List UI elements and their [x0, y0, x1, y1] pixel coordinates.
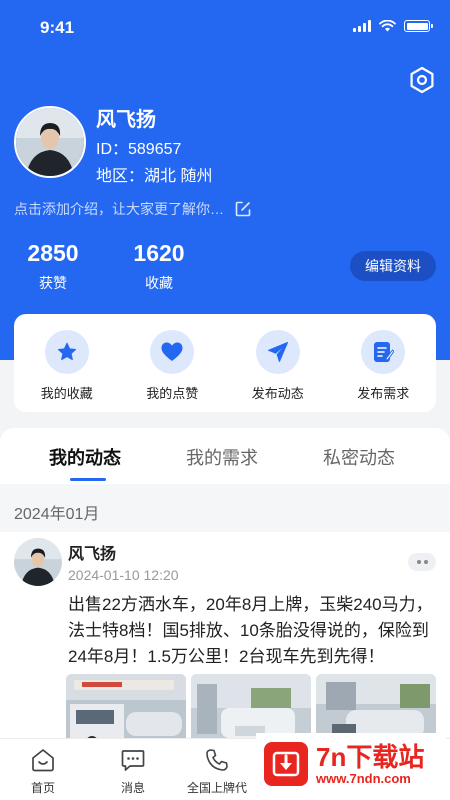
tab-my-posts[interactable]: 我的动态 — [49, 444, 121, 470]
avatar[interactable] — [14, 106, 86, 178]
document-edit-icon — [374, 342, 395, 362]
stat-likes-value: 2850 — [27, 240, 79, 266]
profile-name: 风飞扬 — [96, 109, 156, 131]
watermark-url: www.7ndn.com — [316, 770, 411, 786]
star-icon — [57, 342, 76, 361]
hexagon-gear-icon[interactable] — [408, 66, 436, 94]
post-author-name[interactable]: 风飞扬 — [68, 540, 116, 564]
quick-action-label: 我的收藏 — [40, 386, 93, 401]
nav-messages-label: 消息 — [120, 781, 145, 795]
nav-home[interactable]: 首页 — [0, 747, 88, 796]
quick-action-favorites[interactable]: 我的收藏 — [14, 314, 120, 412]
download-arrow-icon — [264, 742, 308, 786]
edit-icon[interactable] — [234, 200, 252, 218]
more-dots-icon[interactable] — [408, 553, 436, 571]
download-site-watermark: 7n下载站 www.7ndn.com — [256, 733, 446, 795]
message-icon — [121, 750, 145, 771]
feed-tabs: 我的动态 我的需求 私密动态 — [0, 428, 450, 484]
quick-action-label: 发布动态 — [251, 386, 304, 401]
stat-likes[interactable]: 2850 获赞 — [22, 240, 84, 293]
heart-icon — [161, 342, 183, 361]
stat-likes-label: 获赞 — [39, 275, 67, 291]
active-tab-indicator — [70, 478, 106, 481]
post-image[interactable] — [66, 674, 186, 746]
phone-icon — [206, 749, 228, 771]
status-time: 9:41 — [40, 18, 75, 37]
watermark-title: 7n下载站 — [316, 741, 425, 772]
signal-icon — [353, 20, 371, 32]
quick-action-label: 我的点赞 — [146, 386, 199, 401]
edit-profile-button[interactable]: 编辑资料 — [350, 251, 436, 281]
nav-plate-agency-label: 全国上牌代 — [186, 781, 247, 795]
quick-actions-card: 我的收藏 我的点赞 发布动态 发布需求 — [14, 314, 436, 412]
profile-region: 地区：湖北 随州 — [96, 168, 213, 185]
post-author-avatar[interactable] — [14, 538, 62, 586]
stat-favorites[interactable]: 1620 收藏 — [128, 240, 190, 293]
wifi-icon — [379, 20, 396, 32]
tab-my-demands[interactable]: 我的需求 — [186, 444, 258, 470]
quick-action-likes[interactable]: 我的点赞 — [120, 314, 226, 412]
stat-favorites-label: 收藏 — [145, 275, 173, 291]
status-icons — [353, 20, 433, 32]
nav-plate-agency[interactable]: 全国上牌代 — [172, 747, 262, 796]
month-header: 2024年01月 — [0, 484, 450, 532]
nav-messages[interactable]: 消息 — [88, 747, 178, 796]
quick-action-label: 发布需求 — [357, 386, 410, 401]
paper-plane-icon — [267, 342, 288, 362]
post-text: 出售22方洒水车，20年8月上牌，玉柴240马力，法士特8档！国5排放、10条胎… — [68, 595, 433, 666]
post-timestamp: 2024-01-10 12:20 — [68, 567, 179, 583]
tab-private-posts[interactable]: 私密动态 — [323, 444, 395, 470]
home-icon — [32, 749, 54, 772]
bio-prompt[interactable]: 点击添加介绍，让大家更了解你… — [14, 199, 252, 219]
quick-action-publish-post[interactable]: 发布动态 — [225, 314, 331, 412]
stat-favorites-value: 1620 — [133, 240, 185, 266]
quick-action-publish-demand[interactable]: 发布需求 — [331, 314, 437, 412]
profile-id: ID：589657 — [96, 141, 182, 158]
nav-home-label: 首页 — [30, 781, 55, 795]
bio-placeholder: 点击添加介绍，让大家更了解你… — [14, 201, 224, 217]
battery-icon — [404, 20, 433, 32]
status-bar: 9:41 — [0, 0, 450, 56]
